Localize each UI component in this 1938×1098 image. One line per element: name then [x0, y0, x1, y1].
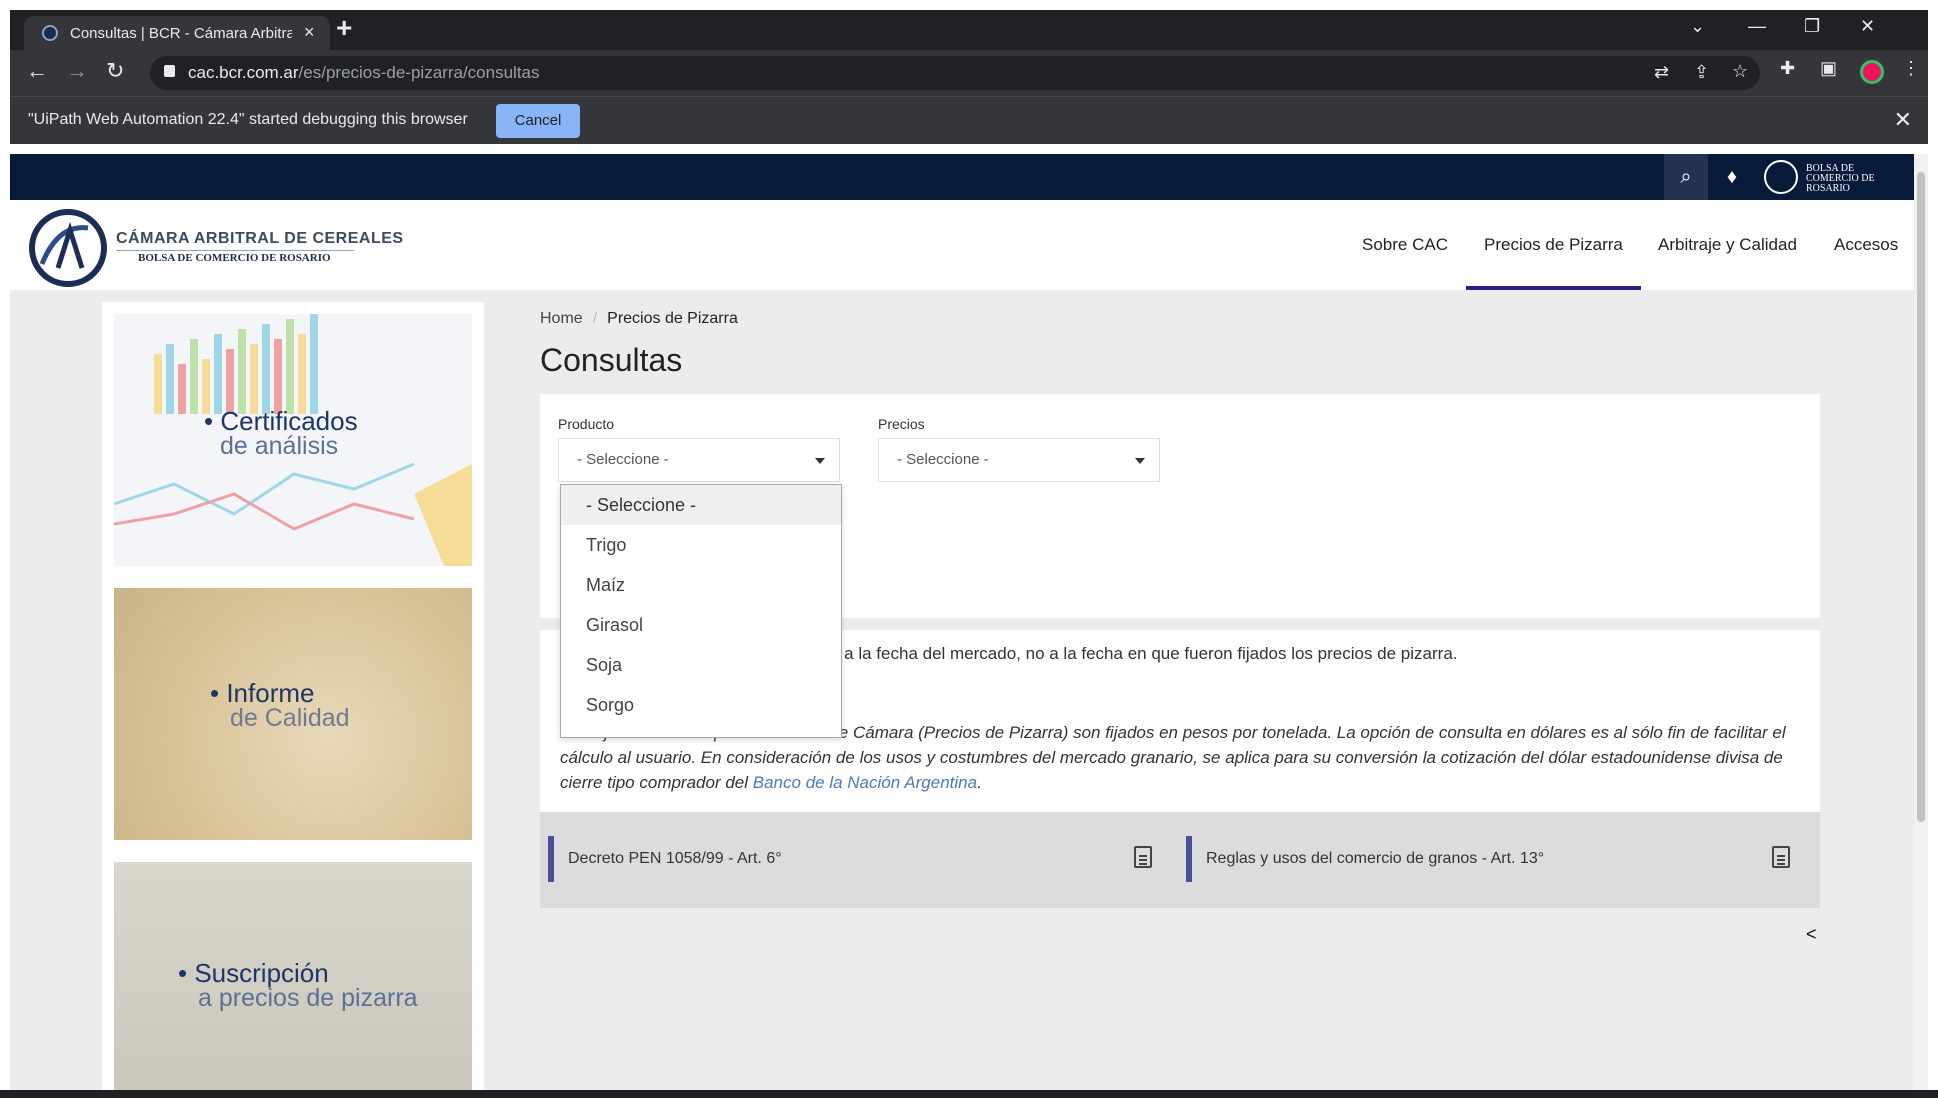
new-tab-button[interactable]: +: [336, 12, 352, 44]
breadcrumb: Home / Precios de Pizarra: [540, 310, 738, 328]
dropdown-option[interactable]: Soja: [561, 645, 841, 685]
dropdown-option[interactable]: - Seleccione -: [561, 485, 841, 525]
page-title: Consultas: [540, 342, 683, 378]
cancel-debug-button[interactable]: Cancel: [496, 104, 580, 138]
close-infobar-icon[interactable]: ✕: [1894, 107, 1912, 133]
precios-select-value: - Seleccione -: [897, 451, 989, 468]
producto-select[interactable]: - Seleccione -: [558, 438, 840, 482]
card-subtitle: a precios de pizarra: [198, 984, 418, 1012]
profile-avatar[interactable]: [1860, 60, 1884, 84]
document-label: Reglas y usos del comercio de granos - A…: [1206, 850, 1545, 867]
logo-subtitle: BOLSA DE COMERCIO DE ROSARIO: [138, 252, 331, 264]
dropdown-option[interactable]: Maíz: [561, 565, 841, 605]
favicon-icon: [42, 25, 58, 41]
forward-icon[interactable]: →: [66, 58, 88, 84]
bcr-seal-icon: [1764, 160, 1798, 194]
debug-infobar: "UiPath Web Automation 22.4" started deb…: [10, 96, 1928, 144]
chevron-down-icon: [1135, 458, 1145, 464]
tab-search-icon[interactable]: ⌄: [1690, 16, 1705, 37]
nav-accesos[interactable]: Accesos: [1834, 200, 1898, 290]
taskbar-edge: [0, 1090, 1938, 1098]
side-panel-icon[interactable]: ▣: [1820, 58, 1837, 79]
close-window-icon[interactable]: ✕: [1860, 16, 1875, 37]
breadcrumb-home[interactable]: Home: [540, 310, 583, 327]
url-text: cac.bcr.com.ar/es/precios-de-pizarra/con…: [188, 63, 540, 82]
card-subtitle: de Calidad: [230, 704, 350, 732]
card-suscripcion[interactable]: • Suscripción a precios de pizarra: [102, 850, 484, 1098]
page-viewport: ⌕ ♦ BOLSA DE COMERCIO DE ROSARIO CÁMARA …: [10, 154, 1914, 1098]
tab-bar: Consultas | BCR - Cámara Arbitral de Cer…: [10, 10, 1928, 50]
document-icon[interactable]: [1134, 846, 1152, 868]
back-icon[interactable]: ←: [26, 58, 48, 84]
extensions-icon[interactable]: ✚: [1780, 58, 1795, 79]
scrollbar-thumb[interactable]: [1917, 172, 1925, 822]
document-icon[interactable]: [1772, 846, 1790, 868]
twitter-icon[interactable]: ♦: [1710, 154, 1754, 200]
menu-icon[interactable]: ⋮: [1902, 58, 1920, 79]
address-bar[interactable]: cac.bcr.com.ar/es/precios-de-pizarra/con…: [150, 56, 1760, 90]
close-tab-icon[interactable]: ×: [304, 22, 315, 43]
card-subtitle: de análisis: [220, 432, 339, 460]
breadcrumb-current: Precios de Pizarra: [607, 310, 738, 327]
page-scrollbar[interactable]: [1914, 154, 1928, 1098]
dropdown-option[interactable]: Sorgo: [561, 685, 841, 725]
tab-title: Consultas | BCR - Cámara Arbitral de Cer…: [70, 25, 292, 42]
site-header: CÁMARA ARBITRAL DE CEREALES BOLSA DE COM…: [10, 200, 1914, 290]
infobar-message: "UiPath Web Automation 22.4" started deb…: [28, 111, 468, 128]
banco-nacion-link[interactable]: Banco de la Nación Argentina: [753, 773, 977, 792]
date-note: e a la fecha del mercado, no a la fecha …: [830, 644, 1458, 663]
document-link-decreto[interactable]: Decreto PEN 1058/99 - Art. 6°: [548, 836, 1158, 882]
translate-icon[interactable]: ⇄: [1654, 62, 1669, 83]
logo-divider: [116, 250, 354, 251]
share-icon[interactable]: <: [1806, 924, 1817, 945]
chevron-down-icon: [815, 458, 825, 464]
dropdown-option[interactable]: Girasol: [561, 605, 841, 645]
suscripcion-image: • Suscripción a precios de pizarra: [114, 862, 472, 1098]
top-strip: ⌕ ♦ BOLSA DE COMERCIO DE ROSARIO: [10, 154, 1914, 200]
minimize-icon[interactable]: —: [1748, 16, 1766, 37]
reload-icon[interactable]: ↻: [106, 58, 124, 84]
certificados-image: • Certificados de análisis: [114, 314, 472, 566]
logo-title: CÁMARA ARBITRAL DE CEREALES: [116, 230, 404, 247]
dropdown-option[interactable]: Trigo: [561, 525, 841, 565]
document-label: Decreto PEN 1058/99 - Art. 6°: [568, 850, 782, 867]
bcr-logo[interactable]: BOLSA DE COMERCIO DE ROSARIO: [1764, 160, 1884, 194]
cac-logo-icon[interactable]: [28, 208, 108, 288]
lock-icon: [164, 65, 175, 77]
precios-label: Precios: [878, 416, 925, 432]
restore-icon[interactable]: ❐: [1804, 16, 1820, 37]
producto-dropdown: - Seleccione - Trigo Maíz Girasol Soja S…: [560, 484, 842, 738]
precios-select[interactable]: - Seleccione -: [878, 438, 1160, 482]
documents-bar: Decreto PEN 1058/99 - Art. 6° Reglas y u…: [540, 812, 1820, 908]
bookmark-star-icon[interactable]: ☆: [1732, 61, 1748, 82]
document-link-reglas[interactable]: Reglas y usos del comercio de granos - A…: [1186, 836, 1796, 882]
producto-select-value: - Seleccione -: [577, 451, 669, 468]
toolbar: ← → ↻ cac.bcr.com.ar/es/precios-de-pizar…: [10, 50, 1928, 96]
browser-tab[interactable]: Consultas | BCR - Cámara Arbitral de Cer…: [24, 16, 330, 50]
breadcrumb-separator: /: [592, 310, 598, 327]
nav-arbitraje-y-calidad[interactable]: Arbitraje y Calidad: [1658, 200, 1797, 290]
share-page-icon[interactable]: ⇪: [1694, 62, 1709, 83]
calidad-image: • Informe de Calidad: [114, 588, 472, 840]
card-informe-calidad[interactable]: • Informe de Calidad: [102, 576, 484, 852]
card-certificados[interactable]: • Certificados de análisis: [102, 302, 484, 578]
search-icon[interactable]: ⌕: [1664, 154, 1708, 200]
bcr-logo-text: BOLSA DE COMERCIO DE ROSARIO: [1806, 163, 1875, 194]
producto-label: Producto: [558, 416, 615, 432]
nav-precios-de-pizarra[interactable]: Precios de Pizarra: [1466, 200, 1641, 290]
browser-window: Consultas | BCR - Cámara Arbitral de Cer…: [10, 10, 1928, 1098]
nav-sobre-cac[interactable]: Sobre CAC: [1362, 200, 1448, 290]
